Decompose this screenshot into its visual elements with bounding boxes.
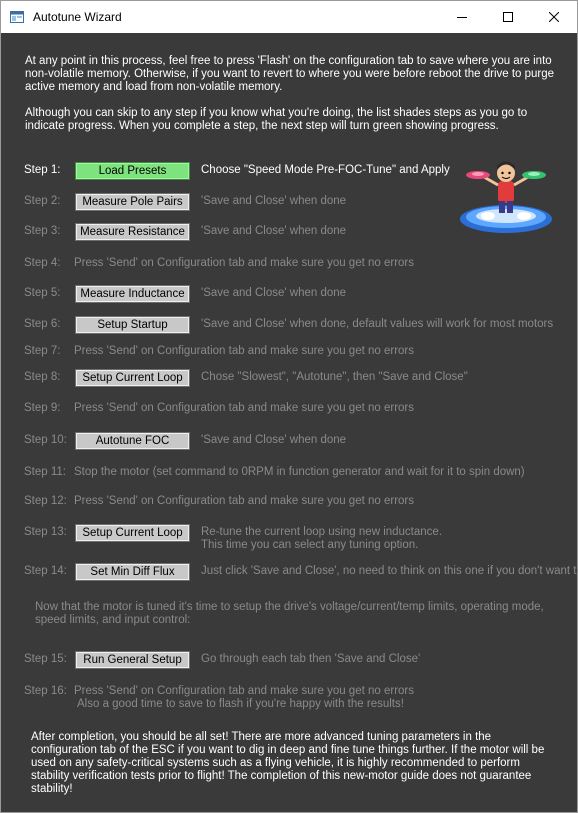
step-7-description: Press 'Send' on Configuration tab and ma… — [74, 345, 415, 357]
mascot-illustration — [460, 161, 552, 233]
step-6-label: Step 6: — [24, 318, 61, 330]
step-8-label: Step 8: — [24, 371, 61, 383]
step-11-description: Stop the motor (set command to 0RPM in f… — [74, 466, 525, 478]
step-16-description: Press 'Send' on Configuration tab and ma… — [74, 685, 415, 697]
step-13-label: Step 13: — [24, 526, 67, 538]
step-3-label: Step 3: — [24, 225, 61, 237]
outro-paragraph: After completion, you should be all set!… — [31, 731, 545, 795]
step-13-description-line2: This time you can select any tuning opti… — [201, 539, 419, 551]
step-2-button[interactable]: Measure Pole Pairs — [75, 193, 190, 211]
step-12-label: Step 12: — [24, 495, 67, 507]
step-14-description: Just click 'Save and Close', no need to … — [201, 565, 578, 577]
step-8-description: Chose "Slowest", "Autotune", then "Save … — [201, 371, 468, 383]
step-10-label: Step 10: — [24, 434, 67, 446]
title-bar[interactable]: Autotune Wizard — [1, 1, 577, 33]
intro-paragraph-flash: At any point in this process, feel free … — [25, 55, 555, 93]
close-button[interactable] — [531, 1, 577, 33]
midnote: Now that the motor is tuned it's time to… — [35, 601, 544, 626]
step-15-label: Step 15: — [24, 653, 67, 665]
step-3-button[interactable]: Measure Resistance — [75, 223, 190, 241]
step-5-button[interactable]: Measure Inductance — [75, 285, 190, 303]
step-5-label: Step 5: — [24, 287, 61, 299]
step-11-label: Step 11: — [24, 466, 66, 478]
maximize-icon — [503, 12, 513, 22]
step-8-button[interactable]: Setup Current Loop — [75, 369, 190, 387]
minimize-icon — [457, 17, 467, 18]
step-6-description: 'Save and Close' when done, default valu… — [201, 318, 554, 330]
window-title: Autotune Wizard — [33, 10, 122, 24]
step-6-button[interactable]: Setup Startup — [75, 316, 190, 334]
step-14-button[interactable]: Set Min Diff Flux — [75, 563, 190, 581]
step-2-label: Step 2: — [24, 195, 61, 207]
step-13-button[interactable]: Setup Current Loop — [75, 524, 190, 542]
close-icon — [549, 12, 559, 22]
step-13-description: Re-tune the current loop using new induc… — [201, 526, 443, 538]
step-4-label: Step 4: — [24, 257, 61, 269]
step-9-label: Step 9: — [24, 402, 61, 414]
step-3-description: 'Save and Close' when done — [201, 225, 347, 237]
step-12-description: Press 'Send' on Configuration tab and ma… — [74, 495, 415, 507]
autotune-window: Autotune Wizard At any point in this pro… — [0, 0, 578, 813]
step-15-description: Go through each tab then 'Save and Close… — [201, 653, 421, 665]
step-4-description: Press 'Send' on Configuration tab and ma… — [74, 257, 415, 269]
step-14-label: Step 14: — [24, 565, 67, 577]
step-1-button[interactable]: Load Presets — [75, 162, 190, 180]
step-7-label: Step 7: — [24, 345, 61, 357]
step-5-description: 'Save and Close' when done — [201, 287, 347, 299]
step-9-description: Press 'Send' on Configuration tab and ma… — [74, 402, 415, 414]
step-16-description-line2: Also a good time to save to flash if you… — [77, 698, 404, 710]
app-window-icon — [10, 11, 24, 23]
intro-paragraph-progress: Although you can skip to any step if you… — [25, 107, 528, 132]
step-16-label: Step 16: — [24, 685, 67, 697]
step-15-button[interactable]: Run General Setup — [75, 651, 190, 669]
wizard-content: At any point in this process, feel free … — [4, 33, 578, 811]
minimize-button[interactable] — [439, 1, 485, 33]
step-10-button[interactable]: Autotune FOC — [75, 432, 190, 450]
step-2-description: 'Save and Close' when done — [201, 195, 347, 207]
step-10-description: 'Save and Close' when done — [201, 434, 347, 446]
maximize-button[interactable] — [485, 1, 531, 33]
step-1-description: Choose "Speed Mode Pre-FOC-Tune" and App… — [201, 164, 450, 176]
step-1-label: Step 1: — [24, 164, 61, 176]
